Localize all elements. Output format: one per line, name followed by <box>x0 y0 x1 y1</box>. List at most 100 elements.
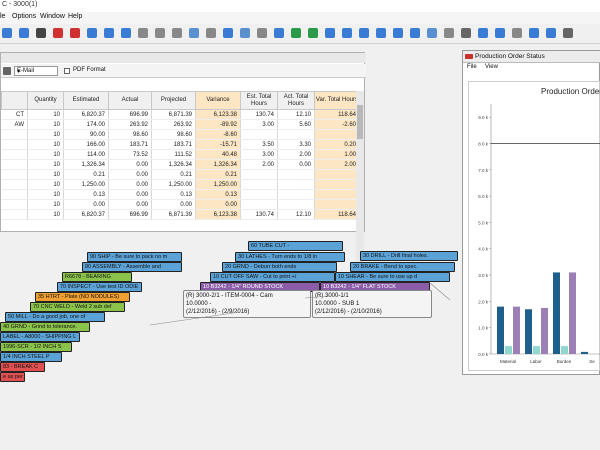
page-icon[interactable] <box>257 28 267 38</box>
schedule-bar[interactable]: 30 DRILL - Drill final holes. <box>360 251 458 261</box>
schedule-bar[interactable]: R6678 - BEARING <box>62 272 132 282</box>
table-row[interactable]: 10 166.00 183.71 183.71 -15.71 3.50 3.30 0.20 <box>1 139 360 150</box>
schedule-bar[interactable]: 80 ASSEMBLY - Assemble and <box>82 262 182 272</box>
table-cell: 6,123.38 <box>195 109 241 120</box>
column-header[interactable]: Est. Total Hours <box>240 91 278 110</box>
schedule-bar[interactable]: 50 MILL - Do a good job, one of <box>5 312 105 322</box>
copy-icon[interactable] <box>104 28 114 38</box>
pos-menu-file[interactable]: File <box>467 64 477 70</box>
scroll-thumb[interactable] <box>357 105 363 139</box>
chart-icon[interactable] <box>546 28 556 38</box>
back-icon[interactable] <box>2 28 12 38</box>
save-icon[interactable] <box>87 28 97 38</box>
table-cell: 3.50 <box>240 139 278 150</box>
printer-icon[interactable] <box>3 67 11 75</box>
schedule-bar[interactable]: e as per p <box>0 372 25 382</box>
filter-icon[interactable] <box>393 28 403 38</box>
table-row[interactable]: 10 0.21 0.00 0.21 0.21 <box>1 169 360 180</box>
chart-icon[interactable] <box>342 28 352 38</box>
mail-icon[interactable] <box>121 28 131 38</box>
schedule-bar[interactable]: 30 LATHES - Turn ends to 1/8 in <box>235 252 345 262</box>
tools-icon[interactable] <box>563 28 573 38</box>
refresh-icon[interactable] <box>291 28 301 38</box>
cost-table: Quantity Estimated Actual Projected Variance… <box>1 91 360 220</box>
table-row[interactable]: 10 0.13 0.00 0.13 0.13 <box>1 189 360 200</box>
table-row[interactable]: 10 1,326.34 0.00 1,326.34 1,326.34 2.00 0.00 2.… <box>1 159 360 170</box>
table-row[interactable]: 10 6,820.37 696.99 6,871.39 6,123.38 130.74 12… <box>1 209 360 220</box>
filter-icon[interactable] <box>478 28 488 38</box>
calendar-icon[interactable] <box>376 28 386 38</box>
menu-file[interactable]: le <box>0 13 5 20</box>
column-header[interactable]: Variance <box>195 91 241 110</box>
grid-icon[interactable] <box>274 28 284 38</box>
table-row[interactable]: 10 1,250.00 0.00 1,250.00 1,250.00 <box>1 179 360 190</box>
column-header[interactable]: Quantity <box>27 91 64 110</box>
column-header[interactable]: Projected <box>151 91 196 110</box>
edit-icon[interactable] <box>427 28 437 38</box>
schedule-bar[interactable]: 60 TUBE CUT - <box>248 241 343 251</box>
tag-icon[interactable] <box>325 28 335 38</box>
schedule-bar[interactable]: 70 CNC WELD - Weld 2 sub def <box>30 302 125 312</box>
page-icon[interactable] <box>155 28 165 38</box>
forward-icon[interactable] <box>19 28 29 38</box>
schedule-bar[interactable]: 83 - BREAK C <box>0 362 45 372</box>
paste-icon[interactable] <box>512 28 522 38</box>
menu-options[interactable]: Options <box>12 13 36 20</box>
close-icon[interactable] <box>70 28 80 38</box>
table-cell: 130.74 <box>240 109 278 120</box>
table-cell: 10 <box>27 109 64 120</box>
column-header[interactable]: Estimated <box>63 91 109 110</box>
money-icon[interactable] <box>308 28 318 38</box>
schedule-bar[interactable]: 70 INSPECT - Use test ID ODIE <box>57 282 142 292</box>
page-icon[interactable] <box>172 28 182 38</box>
vertical-scrollbar[interactable] <box>356 91 364 271</box>
table-cell: 73.52 <box>108 149 152 160</box>
page-icon[interactable] <box>206 28 216 38</box>
schedule-bar[interactable]: 35 HTRT - Plate (NO NODULES) <box>35 292 130 302</box>
list-icon[interactable] <box>529 28 539 38</box>
schedule-bar[interactable]: 20 BRAKE - Bend to spec. <box>350 262 455 272</box>
pos-title: Production Order Status <box>475 53 545 60</box>
menu-help[interactable]: Help <box>68 13 82 20</box>
y-tick-label: 1.0 k <box>478 326 489 331</box>
table-cell: 2.00 <box>240 159 278 170</box>
table-row[interactable]: 10 114.00 73.52 111.52 40.48 3.00 2.00 1.00 <box>1 149 360 160</box>
schedule-bar[interactable]: LABEL - A8000 - SHIPPING L <box>0 332 80 342</box>
page-icon[interactable] <box>138 28 148 38</box>
table-cell: 2.00 <box>314 159 360 170</box>
page-icon[interactable] <box>444 28 454 38</box>
menu-window[interactable]: Window <box>40 13 65 20</box>
column-header[interactable]: Var. Total Hours <box>314 91 360 110</box>
schedule-bar[interactable]: 90 SHIP - Be sure to pack no m <box>87 252 182 262</box>
table-row[interactable]: AW 10 174.00 263.92 263.92 -89.92 3.00 5.60 -2.6… <box>1 119 360 130</box>
schedule-bar[interactable]: 10 SHEAR - Be sure to use up d <box>335 272 450 282</box>
grid-icon[interactable] <box>223 28 233 38</box>
delivery-select[interactable]: E-Mail ▾ <box>14 66 58 76</box>
table-cell: 118.64 <box>314 109 360 120</box>
schedule-bar[interactable]: 1/4 INCH STEEL P <box>0 352 62 362</box>
schedule-bar[interactable]: 40 GRND - Grind to tolerance. <box>0 322 90 332</box>
table-cell: 10 <box>27 199 64 210</box>
table-row[interactable]: 10 0.00 0.00 0.00 0.00 <box>1 199 360 210</box>
edit-icon[interactable] <box>240 28 250 38</box>
grid-icon[interactable] <box>410 28 420 38</box>
schedule-bar[interactable]: 10 CUT OFF SAW - Cut to print +/ <box>210 272 335 282</box>
chart-bar <box>561 346 568 354</box>
column-header[interactable]: Actual <box>108 91 152 110</box>
delete-icon[interactable] <box>53 28 63 38</box>
print-icon[interactable] <box>36 28 46 38</box>
column-header[interactable] <box>1 91 28 110</box>
schedule-bar[interactable]: 1996-SCR - 1/2 INCH S <box>0 342 72 352</box>
filter-icon[interactable] <box>359 28 369 38</box>
pdf-format-checkbox[interactable] <box>64 68 70 74</box>
table-row[interactable]: 10 90.00 98.60 98.60 -8.60 <box>1 129 360 140</box>
production-order-status-window: Production Order Status File View Produc… <box>462 50 600 375</box>
table-cell: 0.00 <box>108 179 152 190</box>
grid-icon[interactable] <box>495 28 505 38</box>
column-header[interactable]: Act. Total Hours <box>277 91 315 110</box>
table-row[interactable]: CT 10 6,820.37 696.99 6,871.39 6,123.38 130.74… <box>1 109 360 120</box>
tools-icon[interactable] <box>461 28 471 38</box>
schedule-bar[interactable]: 20 GRND - Deburr both ends <box>222 262 337 272</box>
pos-menu-view[interactable]: View <box>485 64 498 70</box>
edit-icon[interactable] <box>189 28 199 38</box>
